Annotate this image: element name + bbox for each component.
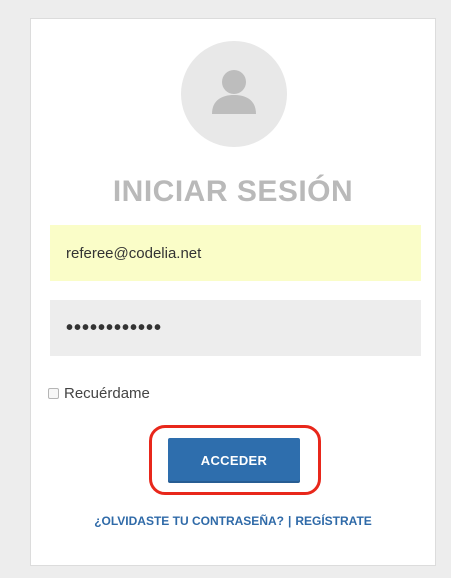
user-icon bbox=[212, 70, 256, 114]
avatar bbox=[181, 41, 287, 147]
register-link[interactable]: REGÍSTRATE bbox=[295, 514, 371, 528]
auth-links: ¿OLVIDASTE TU CONTRASEÑA? | REGÍSTRATE bbox=[31, 514, 435, 528]
email-field[interactable] bbox=[50, 225, 421, 281]
forgot-password-link[interactable]: ¿OLVIDASTE TU CONTRASEÑA? bbox=[94, 514, 284, 528]
login-button[interactable]: ACCEDER bbox=[168, 438, 300, 483]
login-card: INICIAR SESIÓN Recuérdame ACCEDER ¿OLVID… bbox=[30, 18, 436, 566]
password-field[interactable] bbox=[50, 300, 421, 356]
remember-me[interactable]: Recuérdame bbox=[48, 385, 150, 402]
remember-checkbox[interactable] bbox=[48, 388, 59, 399]
link-separator: | bbox=[287, 514, 292, 528]
page-title: INICIAR SESIÓN bbox=[112, 175, 354, 208]
remember-label: Recuérdame bbox=[64, 385, 150, 402]
